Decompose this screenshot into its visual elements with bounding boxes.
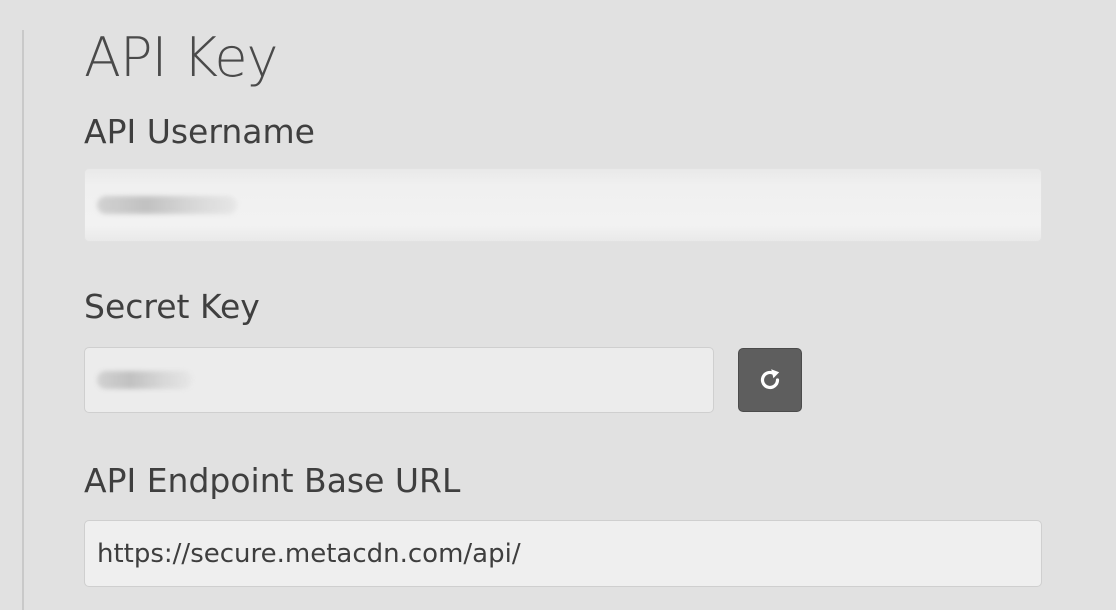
panel-divider [22, 30, 24, 610]
api-endpoint-field[interactable]: https://secure.metacdn.com/api/ [84, 520, 1042, 587]
secret-key-field[interactable] [84, 347, 714, 413]
regenerate-secret-button[interactable] [738, 348, 802, 412]
redacted-value [97, 371, 192, 389]
api-username-label: API Username [84, 112, 315, 151]
section-title: API Key [84, 26, 278, 89]
secret-key-label: Secret Key [84, 287, 260, 326]
redacted-value [97, 196, 237, 214]
api-key-panel: API Key API Username Secret Key API Endp… [0, 0, 1116, 610]
refresh-icon [756, 366, 784, 394]
api-endpoint-label: API Endpoint Base URL [84, 461, 461, 500]
api-username-field[interactable] [84, 168, 1042, 242]
